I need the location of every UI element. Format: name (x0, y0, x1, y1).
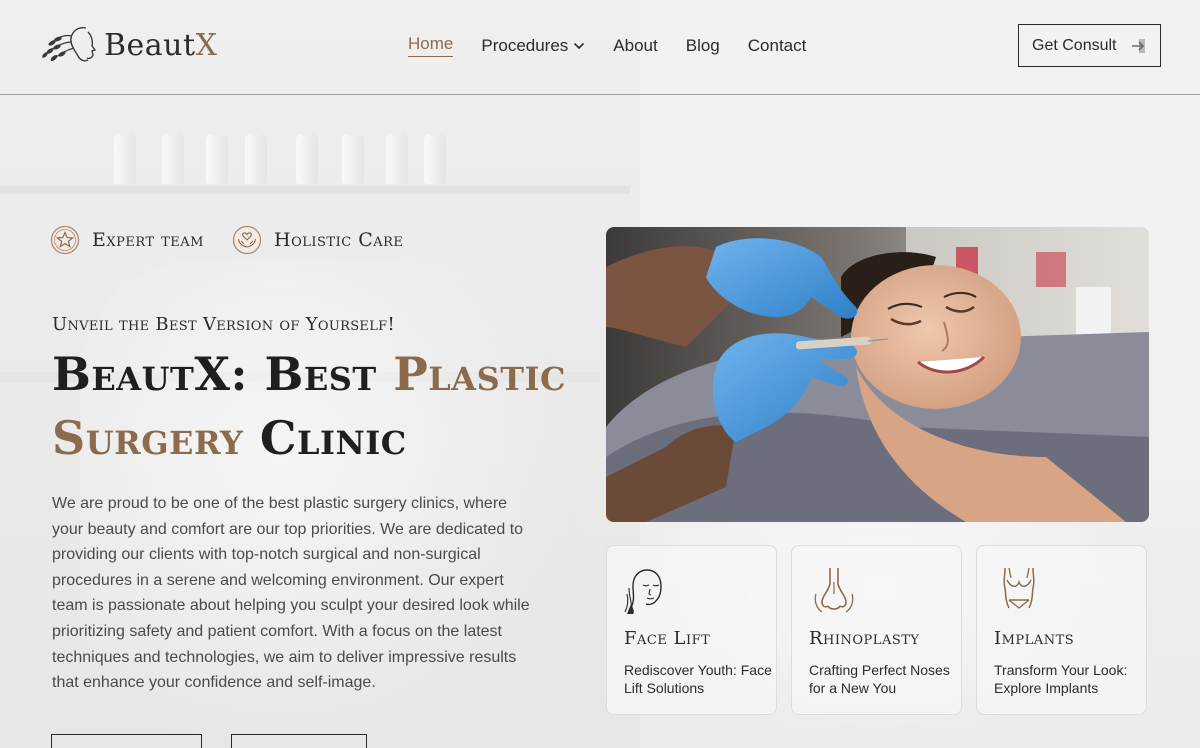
main-nav: Home Procedures About Blog Contact (408, 34, 834, 57)
procedure-title: Rhinoplasty (809, 628, 920, 649)
feature-label: Expert team (92, 229, 204, 251)
procedure-cards: Face Lift Rediscover Youth: Face Lift So… (606, 545, 1161, 715)
heart-hands-icon (232, 225, 262, 255)
nav-home[interactable]: Home (408, 34, 454, 57)
brand-name-accent: X (195, 27, 218, 63)
hero-procedure-photo (606, 227, 1149, 522)
face-profile-icon (624, 569, 662, 614)
chevron-down-icon (574, 42, 585, 49)
procedure-text: Transform Your Look: Explore Implants (994, 662, 1128, 696)
procedure-card-rhinoplasty[interactable]: Rhinoplasty Crafting Perfect Noses for a… (791, 545, 962, 715)
nav-blog[interactable]: Blog (686, 36, 720, 56)
background-shelf (0, 186, 630, 194)
brand-name: BeautX (104, 28, 217, 63)
arrow-right-icon (1132, 39, 1145, 53)
procedure-text: Rediscover Youth: Face Lift Solutions (624, 662, 772, 696)
background-bottle (296, 128, 318, 184)
procedure-card-face-lift[interactable]: Face Lift Rediscover Youth: Face Lift So… (606, 545, 777, 715)
cosmetic-injection-illustration (606, 227, 1149, 522)
feature-holistic-care: Holistic Care (232, 225, 403, 255)
background-bottle (424, 128, 446, 184)
brand-name-main: Beaut (104, 27, 196, 63)
hero-description: We are proud to be one of the best plast… (52, 495, 530, 692)
procedure-card-implants[interactable]: Implants Transform Your Look: Explore Im… (976, 545, 1147, 715)
background-bottle (245, 128, 267, 184)
nose-icon (814, 568, 854, 613)
star-badge-icon (50, 225, 80, 255)
procedure-title: Implants (994, 628, 1075, 649)
hero-primary-button[interactable] (51, 734, 202, 748)
procedure-text: Crafting Perfect Noses for a New You (809, 662, 950, 696)
nav-procedures[interactable]: Procedures (481, 36, 585, 56)
get-consult-button[interactable]: Get Consult (1018, 24, 1161, 67)
nav-about[interactable]: About (613, 36, 657, 56)
get-consult-label: Get Consult (1032, 36, 1117, 54)
site-header: BeautX Home Procedures About Blog Contac… (0, 0, 1200, 95)
hero-secondary-button[interactable] (231, 734, 367, 748)
torso-icon (1003, 567, 1035, 609)
background-bottle (162, 128, 184, 184)
nav-procedures-label: Procedures (481, 35, 569, 55)
brand-logo[interactable]: BeautX (38, 22, 217, 68)
background-bottle (114, 128, 136, 184)
background-bottle (386, 128, 408, 184)
nav-contact[interactable]: Contact (748, 36, 807, 56)
hero-headline: BeautX: Best Plastic Surgery Clinic (52, 342, 612, 470)
headline-part1: BeautX: Best (52, 347, 394, 401)
feature-highlights: Expert team Holistic Care (50, 225, 431, 255)
hero-eyebrow: Unveil the Best Version of Yourself! (52, 314, 395, 335)
feature-expert-team: Expert team (50, 225, 204, 255)
background-bottle (206, 128, 228, 184)
procedure-title: Face Lift (624, 628, 711, 649)
headline-part2: Clinic (243, 411, 407, 465)
feature-label: Holistic Care (274, 229, 404, 251)
background-bottle (342, 128, 364, 184)
woman-profile-logo-icon (42, 27, 97, 62)
